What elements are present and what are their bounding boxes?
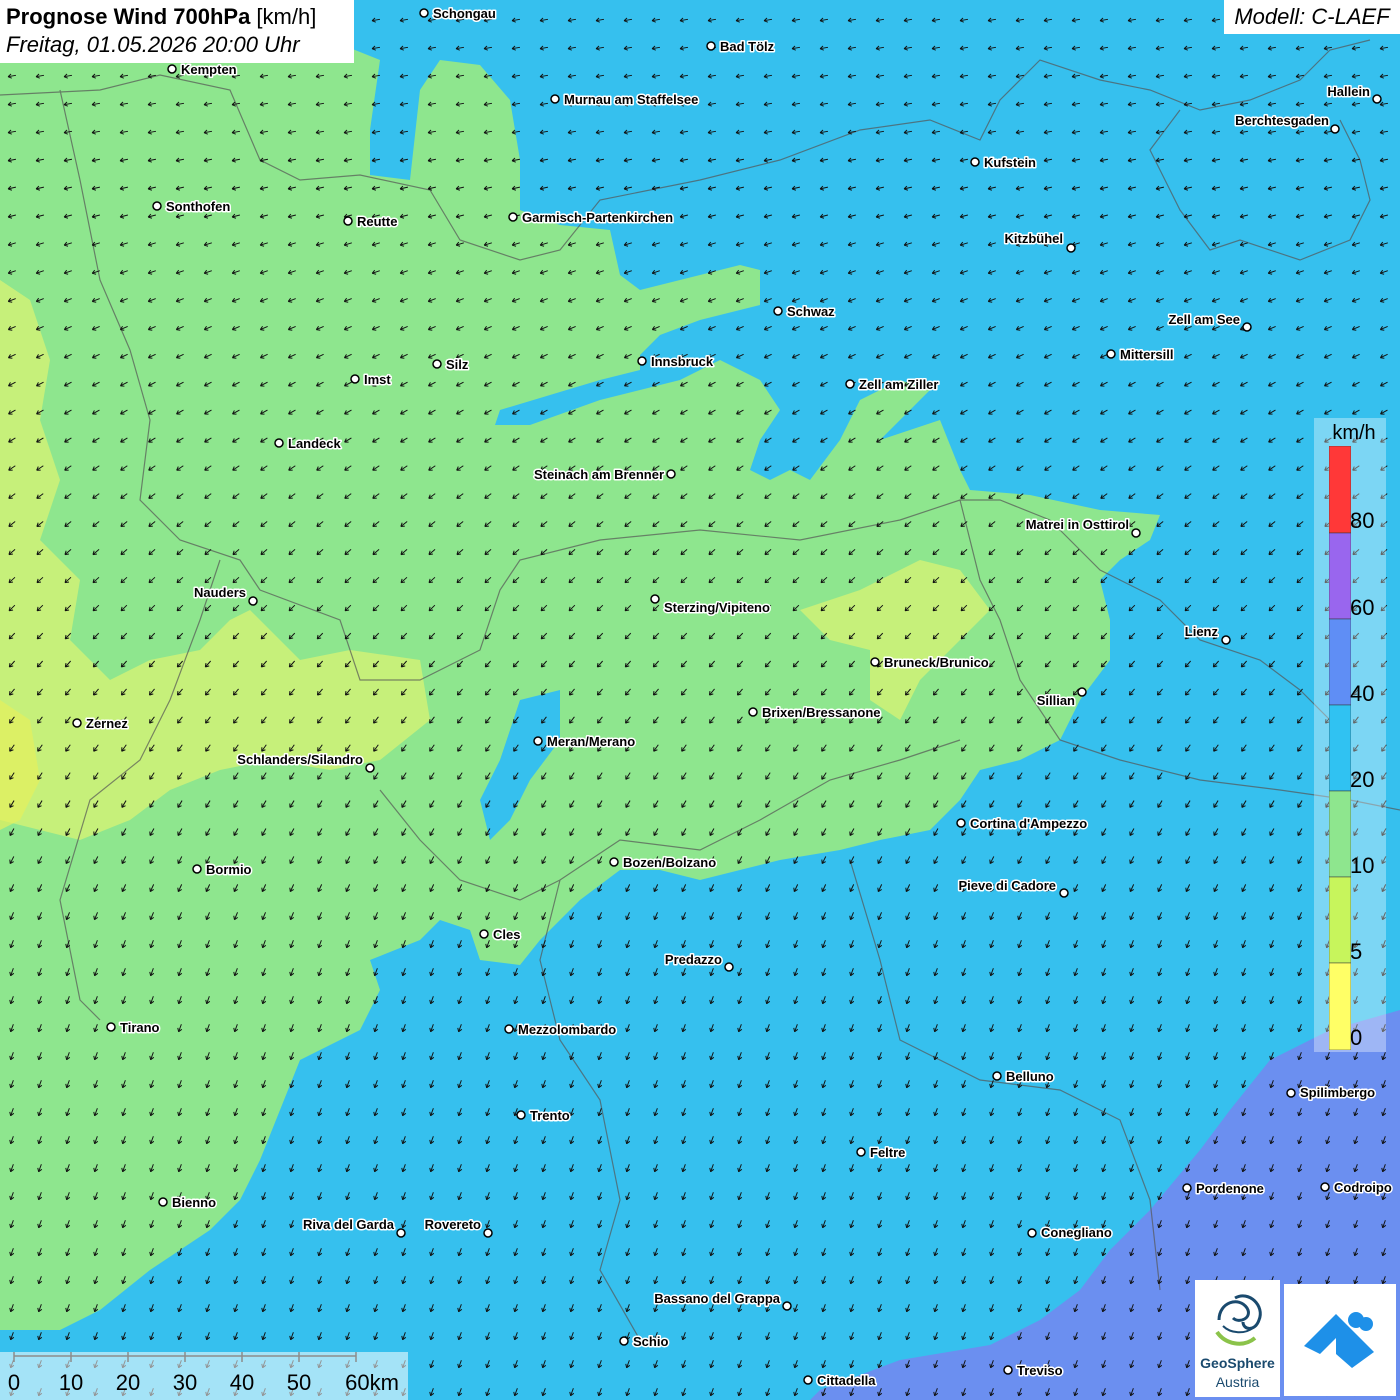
wind-map: SchongauBad TölzKemptenMurnau am Staffel… (0, 0, 1400, 1400)
